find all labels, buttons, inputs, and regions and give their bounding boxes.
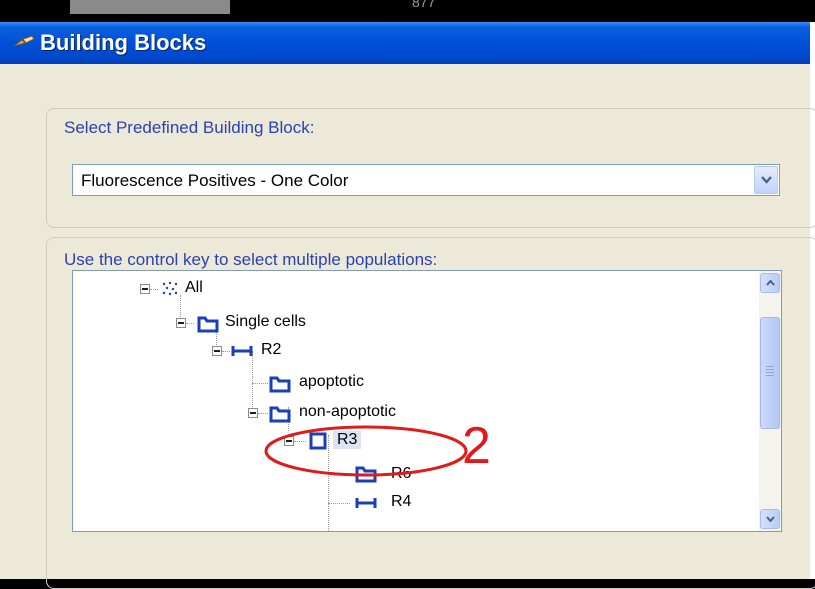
annotation-ellipse	[264, 425, 468, 477]
annotation-number: 2	[462, 417, 491, 475]
